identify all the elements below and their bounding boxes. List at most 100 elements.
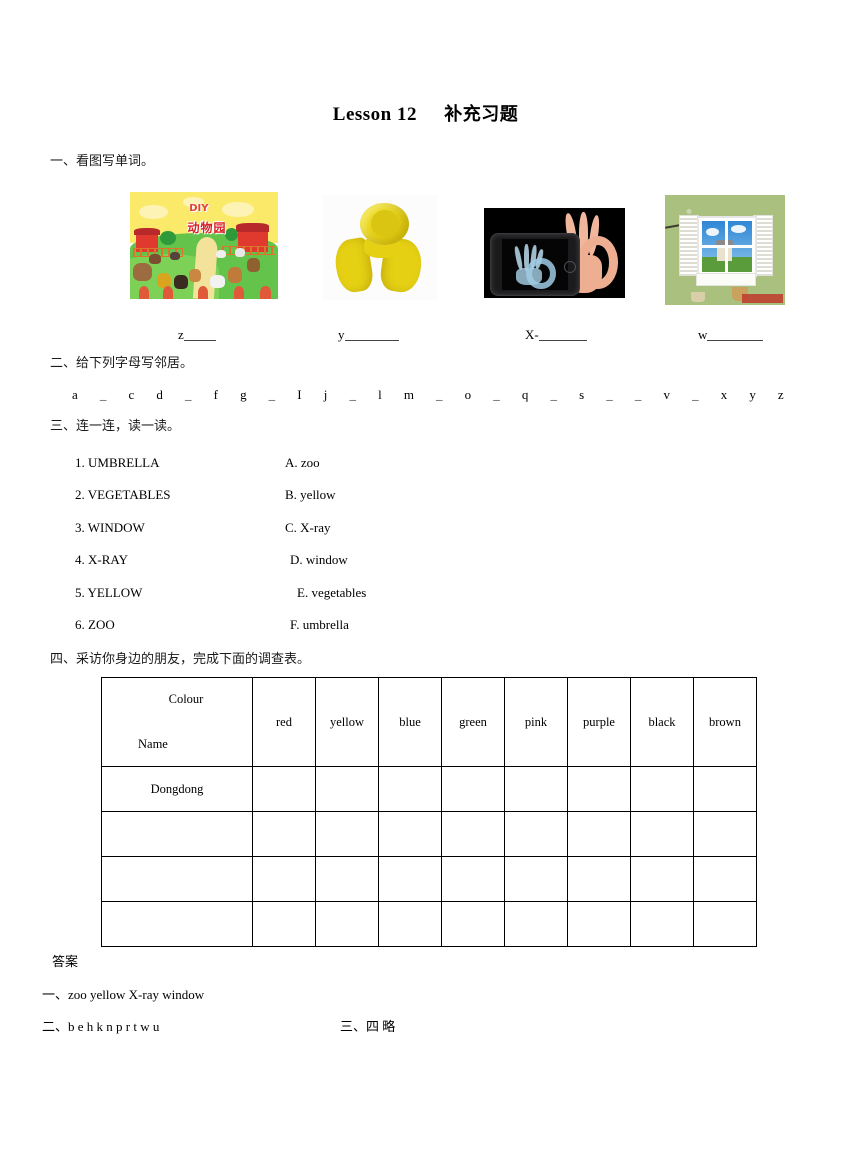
- column-header-green: green: [441, 677, 505, 767]
- table-cell[interactable]: [378, 901, 442, 947]
- answer-blank-zoo[interactable]: z: [178, 327, 216, 343]
- letter-blank[interactable]: _: [349, 387, 356, 403]
- letter-c: c: [128, 387, 135, 402]
- table-cell[interactable]: [252, 901, 316, 947]
- answer-blank-xray[interactable]: X-: [525, 327, 587, 343]
- answer-blank-yellow[interactable]: y: [338, 327, 399, 343]
- bush-icon: [260, 286, 271, 299]
- answer-blank-window[interactable]: w: [698, 327, 764, 343]
- letter-g: g: [240, 387, 247, 402]
- table-cell[interactable]: [630, 811, 694, 857]
- answer-line-1: 一、zoo yellow X-ray window: [42, 987, 205, 1002]
- table-cell[interactable]: [252, 856, 316, 902]
- table-cell[interactable]: [315, 901, 379, 947]
- match-left-item-1[interactable]: 1. UMBRELLA: [75, 455, 160, 471]
- letter-blank[interactable]: _: [436, 387, 443, 403]
- row-name-cell[interactable]: [101, 901, 253, 947]
- letter-d: d: [156, 387, 163, 402]
- blank-prefix: X-: [525, 327, 539, 342]
- column-header-blue: blue: [378, 677, 442, 767]
- match-left-item-2[interactable]: 2. VEGETABLES: [75, 487, 171, 503]
- section-1-heading: 一、看图写单词。: [50, 154, 155, 169]
- table-cell[interactable]: [315, 766, 379, 812]
- table-cell[interactable]: [567, 856, 631, 902]
- table-cell[interactable]: [693, 811, 757, 857]
- match-right-item-f[interactable]: F. umbrella: [290, 617, 349, 633]
- table-cell[interactable]: [630, 856, 694, 902]
- cloud-icon: [706, 228, 720, 237]
- page-title-lesson: Lesson 12: [332, 104, 417, 125]
- table-cell[interactable]: [630, 901, 694, 947]
- letter-blank[interactable]: _: [635, 387, 642, 403]
- ok-gesture-icon: [577, 236, 619, 290]
- animal-icon: [215, 249, 227, 259]
- table-cell[interactable]: [378, 811, 442, 857]
- match-right-item-c[interactable]: C. X-ray: [285, 520, 331, 536]
- table-cell[interactable]: [441, 856, 505, 902]
- table-cell[interactable]: [567, 766, 631, 812]
- bush-icon: [233, 286, 244, 299]
- letter-blank[interactable]: _: [692, 387, 699, 403]
- blank-line[interactable]: [344, 340, 399, 341]
- table-cell[interactable]: [567, 901, 631, 947]
- letter-blank[interactable]: _: [606, 387, 613, 403]
- letter-blank[interactable]: _: [185, 387, 192, 403]
- table-cell[interactable]: [504, 901, 568, 947]
- letter-blank[interactable]: _: [100, 387, 107, 403]
- table-cell[interactable]: [504, 766, 568, 812]
- table-cell[interactable]: [441, 811, 505, 857]
- table-cell[interactable]: [378, 856, 442, 902]
- letter-blank[interactable]: _: [269, 387, 276, 403]
- table-row[interactable]: [101, 856, 757, 902]
- answers-heading: 答案: [52, 955, 79, 970]
- table-row[interactable]: [101, 901, 757, 947]
- table-cell[interactable]: [693, 901, 757, 947]
- animal-icon: [209, 275, 225, 289]
- column-header-black: black: [630, 677, 694, 767]
- match-left-item-4[interactable]: 4. X-RAY: [75, 552, 128, 568]
- table-cell[interactable]: [252, 811, 316, 857]
- match-left-item-3[interactable]: 3. WINDOW: [75, 520, 145, 536]
- letter-f: f: [213, 387, 218, 402]
- letter-m: m: [403, 387, 414, 402]
- table-cell[interactable]: [567, 811, 631, 857]
- match-right-item-b[interactable]: B. yellow: [285, 487, 336, 503]
- table-cell[interactable]: [630, 766, 694, 812]
- table-cell[interactable]: [315, 856, 379, 902]
- table-row[interactable]: [101, 811, 757, 857]
- match-right-item-a[interactable]: A. zoo: [285, 455, 320, 471]
- phone-screen: [502, 239, 568, 291]
- cloud-icon: [730, 224, 746, 233]
- table-cell[interactable]: [693, 766, 757, 812]
- table-cell[interactable]: [441, 901, 505, 947]
- table-cell[interactable]: [441, 766, 505, 812]
- table-row[interactable]: Dongdong: [101, 766, 757, 812]
- window-frame: [697, 215, 757, 278]
- match-left-item-6[interactable]: 6. ZOO: [75, 617, 115, 633]
- letter-blank[interactable]: _: [550, 387, 557, 403]
- match-right-item-d[interactable]: D. window: [290, 552, 348, 568]
- bush-icon: [198, 286, 209, 299]
- match-right-item-e[interactable]: E. vegetables: [297, 585, 366, 601]
- letter-I: I: [297, 387, 302, 402]
- blank-line[interactable]: [538, 340, 587, 341]
- fence-icon: [221, 245, 276, 255]
- table-cell[interactable]: [252, 766, 316, 812]
- match-left-item-5[interactable]: 5. YELLOW: [75, 585, 142, 601]
- row-name-cell[interactable]: [101, 811, 253, 857]
- animal-icon: [132, 262, 153, 281]
- table-cell[interactable]: [378, 766, 442, 812]
- blank-line[interactable]: [707, 340, 764, 341]
- table-cell[interactable]: [504, 811, 568, 857]
- row-name-cell[interactable]: [101, 856, 253, 902]
- survey-table-body: Dongdong: [101, 766, 757, 947]
- section-2-heading: 二、给下列字母写邻居。: [50, 356, 194, 371]
- letter-q: q: [521, 387, 529, 402]
- table-cell[interactable]: [504, 856, 568, 902]
- blank-line[interactable]: [183, 340, 216, 341]
- table-cell[interactable]: [693, 856, 757, 902]
- row-name-cell[interactable]: Dongdong: [101, 766, 253, 812]
- letter-blank[interactable]: _: [493, 387, 500, 403]
- table-cell[interactable]: [315, 811, 379, 857]
- zoo-sign-diy: DIY: [189, 202, 209, 214]
